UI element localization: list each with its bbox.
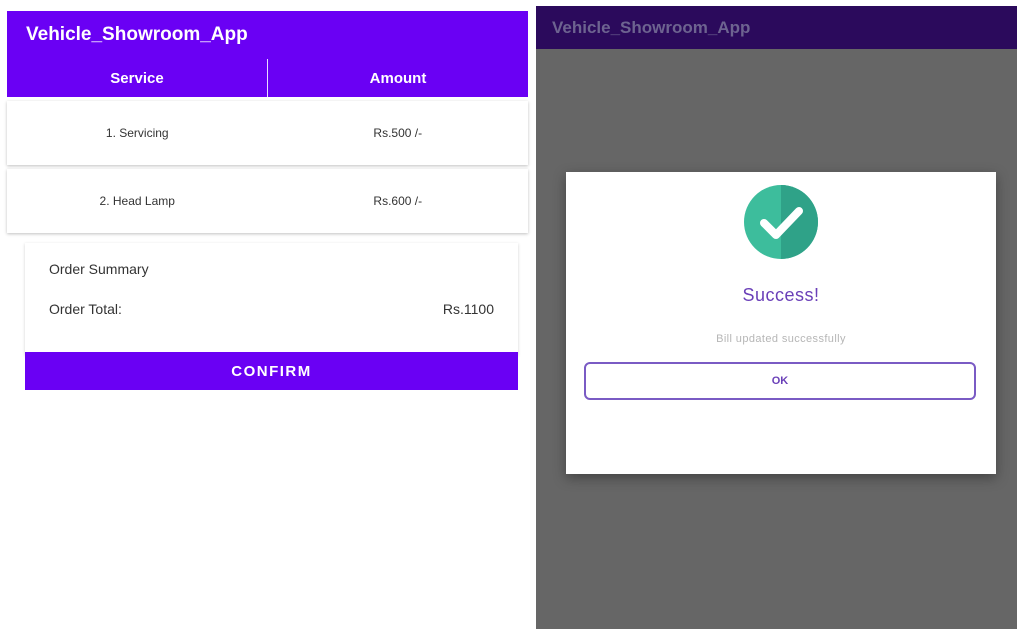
success-dialog-screen: Vehicle_Showroom_App Success! Bill updat…	[536, 6, 1017, 629]
app-title: Vehicle_Showroom_App	[26, 24, 248, 45]
check-circle-icon	[744, 185, 818, 259]
column-header-amount: Amount	[267, 59, 528, 97]
order-total-value: Rs.1100	[442, 301, 494, 317]
amount-cell: Rs.600 /-	[373, 194, 423, 208]
app-bar: Vehicle_Showroom_App	[536, 6, 1017, 49]
column-header-service: Service	[110, 69, 164, 87]
amount-cell: Rs.500 /-	[373, 126, 423, 140]
service-cell: 2. Head Lamp	[99, 194, 175, 208]
dialog-message: Bill updated successfully	[716, 333, 846, 345]
order-summary-card: Order Summary Order Total: Rs.1100	[25, 243, 518, 355]
dialog-title: Success!	[742, 285, 820, 305]
table-row: 2. Head Lamp Rs.600 /-	[7, 169, 528, 233]
ok-button[interactable]: OK	[584, 362, 976, 400]
app-title: Vehicle_Showroom_App	[552, 17, 751, 37]
order-summary-title: Order Summary	[49, 261, 149, 277]
success-dialog: Success! Bill updated successfully OK	[566, 172, 996, 474]
confirm-button[interactable]: CONFIRM	[25, 352, 518, 390]
table-row: 1. Servicing Rs.500 /-	[7, 101, 528, 165]
table-header: Service Amount	[7, 59, 528, 97]
app-bar: Vehicle_Showroom_App	[7, 11, 528, 59]
bill-screen: Vehicle_Showroom_App Service Amount 1. S…	[7, 11, 528, 629]
order-total-label: Order Total:	[49, 301, 122, 317]
service-cell: 1. Servicing	[105, 126, 169, 140]
